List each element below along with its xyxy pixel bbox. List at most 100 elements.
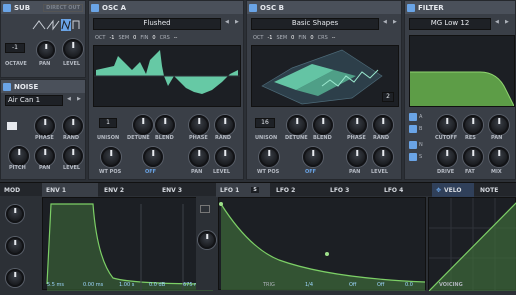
filter-mix-knob[interactable] <box>489 147 509 167</box>
osc-a-power-toggle[interactable] <box>91 3 99 12</box>
osc-b-phase-knob[interactable] <box>347 115 367 135</box>
osc-b-power-toggle[interactable] <box>249 3 257 12</box>
osc-a-oct-value[interactable]: -1 <box>109 35 114 41</box>
tab-env1[interactable]: ENV 1 <box>42 183 98 197</box>
filter-fat-knob[interactable] <box>463 147 483 167</box>
osc-a-warp-knob[interactable] <box>143 147 163 167</box>
sub-wave-shapes[interactable] <box>31 17 83 33</box>
filter-type-field[interactable]: MG Low 12 <box>409 18 491 30</box>
lfo-rise-value[interactable]: Off <box>377 282 384 288</box>
env-decay-value[interactable]: 1.00 s <box>119 282 134 288</box>
osc-a-wavetable-field[interactable]: Flushed <box>93 18 221 30</box>
direct-out-button[interactable]: DIRECT OUT <box>43 3 83 12</box>
osc-b-oct-value[interactable]: -1 <box>267 35 272 41</box>
osc-b-next-arrow[interactable]: ▶ <box>393 19 397 25</box>
filter-pan-knob[interactable] <box>489 115 509 135</box>
osc-b-wtpos-label: WT POS <box>257 169 280 175</box>
env-display[interactable]: 5.5 ms 0.00 ms 1.00 s 0.0 dB 675 ms <box>42 197 214 291</box>
tab-velo[interactable]: ✥ VELO <box>432 183 474 197</box>
filter-route-a[interactable]: A <box>409 113 422 121</box>
osc-b-warp-knob[interactable] <box>303 147 323 167</box>
osc-a-fin-value[interactable]: 0 <box>152 35 155 41</box>
mod-knob-3[interactable] <box>6 269 24 287</box>
osc-b-pan-knob[interactable] <box>347 147 367 167</box>
osc-b-unison-field[interactable]: 16 <box>255 118 275 128</box>
tab-lfo1[interactable]: LFO 1 S <box>216 183 270 197</box>
osc-a-wtpos-knob[interactable] <box>101 147 121 167</box>
sub-level-knob[interactable] <box>63 39 83 59</box>
osc-b-detune-knob[interactable] <box>287 115 307 135</box>
osc-a-wave-display[interactable] <box>93 45 241 107</box>
osc-a-rand-knob[interactable] <box>215 115 235 135</box>
env-sustain-value[interactable]: 0.0 dB <box>149 282 165 288</box>
osc-b-warp-mode[interactable]: OFF <box>305 169 316 175</box>
sub-pan-knob[interactable] <box>37 41 55 59</box>
osc-a-phase-knob[interactable] <box>189 115 209 135</box>
lfo-display[interactable]: TRIG 1/4 Off Off 0.0 <box>218 197 426 291</box>
osc-b-wave-display[interactable]: 2 <box>251 45 399 107</box>
filter-route-n[interactable]: N <box>409 141 423 149</box>
mod-knob-1[interactable] <box>6 205 24 223</box>
tab-lfo3[interactable]: LFO 3 <box>326 183 378 197</box>
osc-a-warp-mode[interactable]: OFF <box>145 169 156 175</box>
osc-a-next-arrow[interactable]: ▶ <box>235 19 239 25</box>
filter-next-arrow[interactable]: ▶ <box>505 19 509 25</box>
tab-env3[interactable]: ENV 3 <box>158 183 214 197</box>
lfo-rate-value[interactable]: 1/4 <box>305 282 313 288</box>
noise-key-icon[interactable] <box>7 122 17 130</box>
velo-display[interactable]: VOICING <box>428 197 516 292</box>
lfo-smooth-value[interactable]: 0.0 <box>405 282 413 288</box>
filter-drive-knob[interactable] <box>437 147 457 167</box>
noise-next-arrow[interactable]: ▶ <box>77 96 81 102</box>
noise-rand-knob[interactable] <box>63 116 83 136</box>
lfo-grid-icon[interactable] <box>200 205 210 213</box>
osc-b-wtpos-knob[interactable] <box>259 147 279 167</box>
noise-pitch-knob[interactable] <box>9 146 29 166</box>
osc-a-unison-field[interactable]: 1 <box>99 118 117 128</box>
lfo-delay-value[interactable]: Off <box>349 282 356 288</box>
osc-b-prev-arrow[interactable]: ◀ <box>383 19 387 25</box>
osc-b-sem-value[interactable]: 0 <box>291 35 294 41</box>
osc-a-level-knob[interactable] <box>215 147 235 167</box>
osc-b-wavetable-field[interactable]: Basic Shapes <box>251 18 379 30</box>
filter-res-knob[interactable] <box>463 115 483 135</box>
env-attack-value[interactable]: 5.5 ms <box>47 282 64 288</box>
tab-mod[interactable]: MOD <box>0 183 40 197</box>
noise-pan-knob[interactable] <box>35 146 55 166</box>
voicing-label[interactable]: VOICING <box>439 282 463 288</box>
noise-preset-field[interactable]: Air Can 1 <box>5 95 63 106</box>
mod-knob-2[interactable] <box>6 237 24 255</box>
tab-note[interactable]: NOTE <box>476 183 516 197</box>
filter-power-toggle[interactable] <box>407 3 415 12</box>
tab-lfo2-label: LFO 2 <box>276 186 296 194</box>
filter-route-s[interactable]: S <box>409 153 422 161</box>
osc-a-blend-knob[interactable] <box>155 115 175 135</box>
lfo-trig-label[interactable]: TRIG <box>263 282 275 288</box>
filter-prev-arrow[interactable]: ◀ <box>495 19 499 25</box>
noise-level-knob[interactable] <box>63 146 83 166</box>
osc-a-pan-knob[interactable] <box>189 147 209 167</box>
noise-phase-knob[interactable] <box>35 116 55 136</box>
filter-cutoff-knob[interactable] <box>437 115 457 135</box>
osc-a-prev-arrow[interactable]: ◀ <box>225 19 229 25</box>
osc-a-detune-knob[interactable] <box>133 115 153 135</box>
osc-b-level-knob[interactable] <box>373 147 393 167</box>
filter-route-b[interactable]: B <box>409 125 422 133</box>
noise-power-toggle[interactable] <box>3 82 11 91</box>
osc-a-sem-value[interactable]: 0 <box>133 35 136 41</box>
tab-lfo2[interactable]: LFO 2 <box>272 183 324 197</box>
tab-env2[interactable]: ENV 2 <box>100 183 156 197</box>
env-hold-value[interactable]: 0.00 ms <box>83 282 103 288</box>
osc-b-rand-knob[interactable] <box>373 115 393 135</box>
filter-response-display[interactable] <box>409 35 515 107</box>
osc-b-blend-knob[interactable] <box>313 115 333 135</box>
osc-a-crs-value[interactable]: -- <box>174 35 178 41</box>
sub-power-toggle[interactable] <box>3 3 11 12</box>
sub-octave-field[interactable]: -1 <box>5 43 25 53</box>
noise-prev-arrow[interactable]: ◀ <box>67 96 71 102</box>
osc-b-fin-value[interactable]: 0 <box>310 35 313 41</box>
lfo-grid-knob[interactable] <box>198 231 216 249</box>
tab-lfo4[interactable]: LFO 4 <box>380 183 430 197</box>
osc-b-frame-field[interactable]: 2 <box>382 92 394 102</box>
osc-b-crs-value[interactable]: -- <box>332 35 336 41</box>
